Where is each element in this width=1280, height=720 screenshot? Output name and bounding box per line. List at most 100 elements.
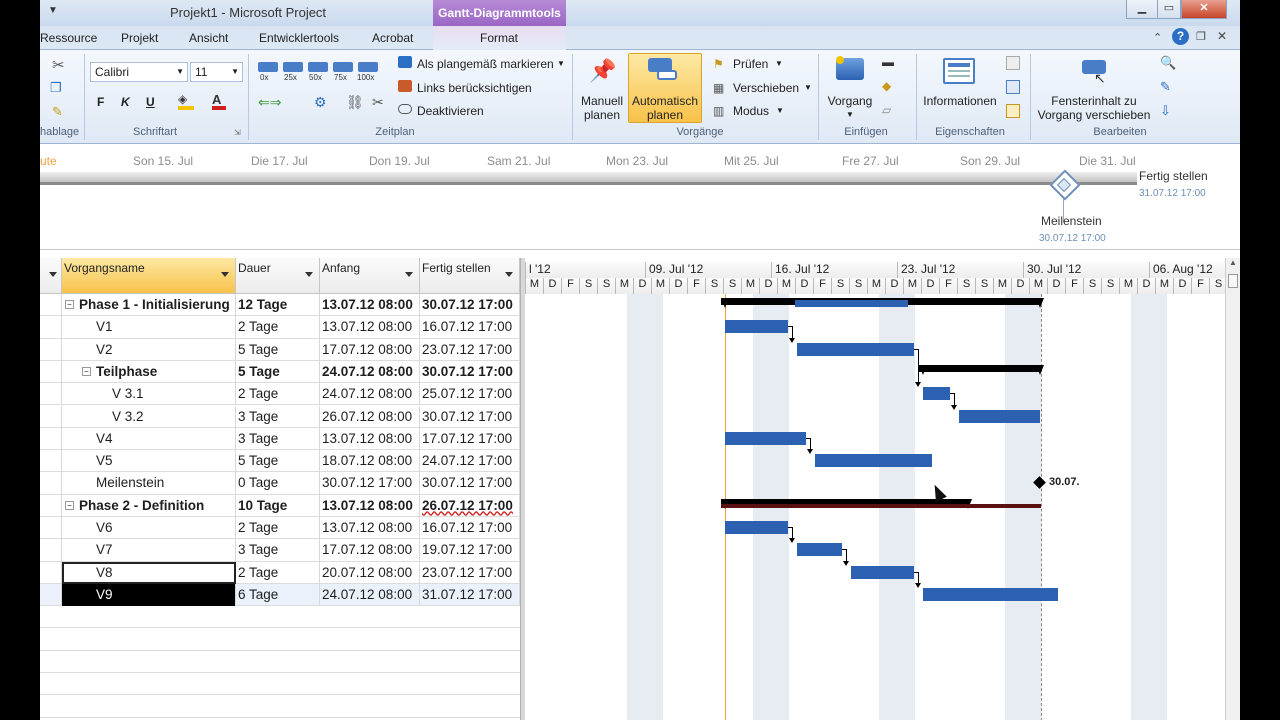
table-row[interactable]: V1 2 Tage 13.07.12 08:00 16.07.12 17:00 [40, 316, 520, 339]
table-row[interactable]: V 3.1 2 Tage 24.07.12 08:00 25.07.12 17:00 [40, 383, 520, 406]
duration-cell[interactable]: 5 Tage [236, 450, 320, 473]
collapse-icon[interactable]: − [82, 366, 91, 376]
header-duration-caret-icon[interactable] [305, 272, 313, 277]
row-indicator[interactable] [40, 494, 62, 517]
table-row[interactable]: Meilenstein 0 Tage 30.07.12 17:00 30.07.12 … [40, 472, 520, 495]
task-name-cell[interactable]: V8 [62, 561, 236, 584]
duration-cell[interactable]: 2 Tage [236, 561, 320, 584]
duration-cell[interactable]: 3 Tage [236, 539, 320, 562]
table-row[interactable]: V7 3 Tage 17.07.12 08:00 19.07.12 17:00 [40, 539, 520, 562]
finish-cell[interactable]: 24.07.12 17:00 [420, 450, 520, 473]
mode-caret-icon[interactable]: ▼ [776, 106, 784, 115]
task-bar[interactable] [959, 409, 1040, 423]
task-name-cell[interactable]: Phase 2 - Definition − [62, 494, 236, 517]
details-icon[interactable] [1006, 80, 1020, 94]
table-row[interactable]: Phase 1 - Initialisierung −12 Tage 13.07.1… [40, 294, 520, 317]
task-name-cell[interactable]: V 3.1 [62, 383, 236, 406]
highlight-color-icon[interactable]: ◈ [178, 92, 194, 110]
finish-cell[interactable]: 25.07.12 17:00 [420, 383, 520, 406]
insert-task-caret-icon[interactable]: ▼ [846, 110, 854, 119]
task-name-cell[interactable]: V5 [62, 450, 236, 473]
deactivate-button[interactable]: Deaktivieren [417, 104, 484, 118]
row-indicator[interactable] [40, 517, 62, 539]
start-cell[interactable]: 17.07.12 08:00 [320, 539, 420, 562]
empty-row[interactable] [40, 606, 520, 629]
duration-cell[interactable]: 6 Tage [236, 583, 320, 606]
respect-links-button[interactable]: Links berücksichtigen [417, 81, 532, 95]
header-start[interactable]: Anfang [320, 258, 420, 294]
task-name-cell[interactable]: V7 [62, 539, 236, 562]
fill-icon[interactable]: ⇩ [1160, 103, 1171, 119]
start-cell[interactable]: 30.07.12 17:00 [320, 472, 420, 495]
insert-task-button[interactable]: Vorgang [822, 94, 878, 108]
table-row[interactable]: V2 5 Tage 17.07.12 08:00 23.07.12 17:00 [40, 338, 520, 361]
scroll-up-icon[interactable]: ▲ [1226, 258, 1240, 267]
task-name-cell[interactable]: V 3.2 [62, 405, 236, 428]
task-name-cell[interactable]: Teilphase − [62, 360, 236, 383]
task-bar[interactable] [815, 454, 932, 468]
task-bar[interactable] [923, 587, 1058, 601]
row-indicator[interactable] [40, 583, 62, 606]
start-cell[interactable]: 24.07.12 08:00 [320, 360, 420, 383]
unlink-icon[interactable]: ✂ [372, 94, 384, 111]
table-row[interactable]: Teilphase −5 Tage 24.07.12 08:00 30.07.12 1… [40, 360, 520, 384]
task-bar[interactable] [725, 521, 788, 534]
task-name-cell[interactable]: V4 [62, 427, 236, 450]
start-cell[interactable]: 13.07.12 08:00 [320, 494, 420, 517]
task-name-cell[interactable]: V1 [62, 316, 236, 339]
milestone-icon[interactable]: ◆ [882, 79, 891, 93]
collapse-icon[interactable]: − [65, 300, 74, 309]
finish-cell[interactable]: 17.07.12 17:00 [420, 427, 520, 450]
maximize-button[interactable]: ▭ [1157, 0, 1181, 19]
mark-on-track-caret-icon[interactable]: ▼ [557, 59, 565, 68]
gantt-chart[interactable]: l '12 09. Jul '12 16. Jul '12 23. Jul '12 30… [525, 250, 1225, 720]
finish-cell[interactable]: 16.07.12 17:00 [420, 316, 520, 339]
summary-bar[interactable] [919, 364, 1040, 372]
check-button[interactable]: Prüfen [733, 57, 768, 71]
finish-cell[interactable]: 23.07.12 17:00 [420, 338, 520, 361]
start-cell[interactable]: 26.07.12 08:00 [320, 405, 420, 428]
table-row[interactable]: V 3.2 3 Tage 26.07.12 08:00 30.07.12 17:00 [40, 405, 520, 428]
header-task-name[interactable]: Vorgangsname [62, 258, 236, 294]
finish-cell[interactable]: 30.07.12 17:00 [420, 360, 520, 383]
tab-ressource[interactable]: Ressource [40, 31, 97, 45]
task-bar[interactable] [797, 342, 914, 356]
find-icon[interactable]: 🔍 [1160, 55, 1176, 71]
start-cell[interactable]: 20.07.12 08:00 [320, 561, 420, 584]
task-bar[interactable] [923, 387, 950, 401]
duration-cell[interactable]: 2 Tage [236, 316, 320, 339]
help-icon[interactable]: ? [1172, 28, 1189, 45]
timeline-bar[interactable] [40, 172, 1137, 185]
row-indicator[interactable] [40, 338, 62, 361]
pct-50-label[interactable]: 50x [309, 73, 322, 82]
font-name-combo[interactable]: Calibri ▼ [90, 62, 188, 82]
finish-cell[interactable]: 31.07.12 17:00 [420, 583, 520, 606]
font-size-combo[interactable]: 11 ▼ [190, 62, 243, 82]
split-icon[interactable]: ⚙ [314, 94, 327, 111]
row-indicator[interactable] [40, 539, 62, 562]
start-cell[interactable]: 24.07.12 08:00 [320, 583, 420, 606]
move-caret-icon[interactable]: ▼ [804, 83, 812, 92]
doc-close-icon[interactable]: ✕ [1217, 29, 1227, 43]
duration-cell[interactable]: 2 Tage [236, 383, 320, 406]
start-cell[interactable]: 13.07.12 08:00 [320, 294, 420, 316]
row-indicator[interactable] [40, 405, 62, 428]
task-bar[interactable] [797, 543, 842, 557]
header-finish-caret-icon[interactable] [505, 272, 513, 277]
header-duration[interactable]: Dauer [236, 258, 320, 294]
table-row[interactable]: Phase 2 - Definition −10 Tage 13.07.12 08:… [40, 494, 520, 517]
duration-cell[interactable]: 2 Tage [236, 517, 320, 539]
row-indicator[interactable] [40, 427, 62, 450]
outdent-icon[interactable]: ⇐⇒ [258, 94, 281, 111]
task-bar[interactable] [851, 565, 914, 579]
finish-cell[interactable]: 23.07.12 17:00 [420, 561, 520, 584]
start-cell[interactable]: 13.07.12 08:00 [320, 517, 420, 539]
tab-entwicklertools[interactable]: Entwicklertools [259, 31, 339, 45]
duration-cell[interactable]: 12 Tage [236, 294, 320, 316]
empty-row[interactable] [40, 695, 520, 718]
ribbon-minimize-icon[interactable]: ⌃ [1153, 31, 1162, 44]
header-start-caret-icon[interactable] [405, 272, 413, 277]
table-row[interactable]: V4 3 Tage 13.07.12 08:00 17.07.12 17:00 [40, 427, 520, 451]
summary-icon[interactable]: ▬ [882, 55, 894, 69]
close-button[interactable]: ✕ [1181, 0, 1227, 19]
